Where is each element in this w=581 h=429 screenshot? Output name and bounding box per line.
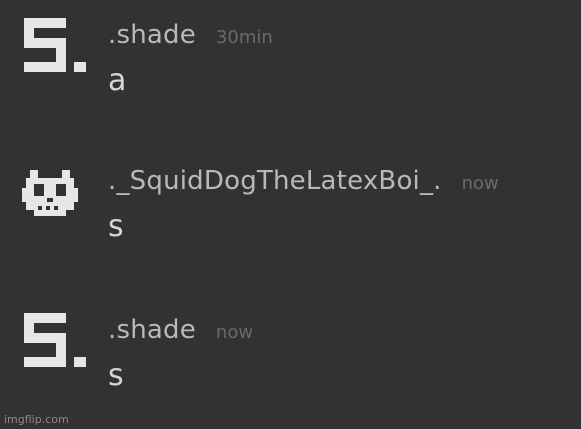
avatar[interactable]: [20, 311, 90, 371]
avatar[interactable]: [20, 162, 90, 222]
chat-log: .shade 30min a ._SquidDogTheLatexBoi_. n…: [0, 0, 581, 429]
username[interactable]: ._SquidDogTheLatexBoi_.: [108, 166, 442, 196]
message-header: ._SquidDogTheLatexBoi_. now: [108, 164, 499, 198]
chat-message: .shade 30min a: [0, 0, 581, 120]
avatar[interactable]: [20, 16, 90, 76]
pixel-s-icon: [24, 18, 86, 72]
timestamp: now: [461, 173, 499, 194]
pixel-dog-skull-icon: [22, 170, 78, 216]
timestamp: now: [215, 322, 254, 343]
username[interactable]: .shade: [108, 315, 196, 345]
message-text: a: [108, 63, 127, 98]
message-header: .shade now: [108, 313, 253, 347]
username[interactable]: .shade: [108, 20, 196, 50]
message-text: s: [108, 358, 124, 393]
pixel-s-icon: [24, 313, 86, 367]
timestamp: 30min: [215, 27, 273, 48]
watermark: imgflip.com: [4, 413, 69, 426]
chat-message: .shade now s: [0, 295, 581, 415]
message-text: s: [108, 209, 124, 244]
chat-message: ._SquidDogTheLatexBoi_. now s: [0, 146, 581, 266]
message-header: .shade 30min: [108, 18, 273, 52]
